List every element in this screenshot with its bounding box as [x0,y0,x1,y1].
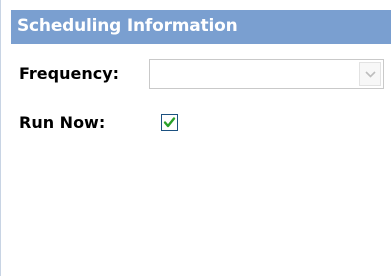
checkmark-icon [163,117,176,128]
run-now-label: Run Now: [19,113,106,132]
panel-header: Scheduling Information [11,10,391,44]
run-now-checkbox[interactable] [161,114,178,131]
scheduling-panel: Scheduling Information Frequency: Run No… [0,0,391,276]
frequency-dropdown-button[interactable] [359,62,381,86]
chevron-down-icon [365,71,376,78]
panel-title: Scheduling Information [17,16,238,36]
frequency-select[interactable] [149,59,384,89]
frequency-label: Frequency: [19,64,120,83]
